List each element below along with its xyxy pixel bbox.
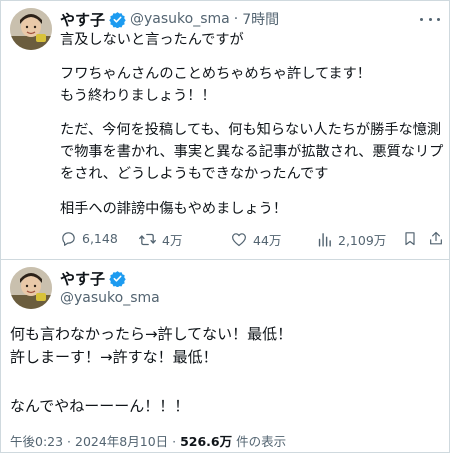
- avatar[interactable]: [10, 267, 52, 309]
- tweet1-header: やす子 @yasuko_sma · 7時間: [60, 9, 279, 29]
- separator-dot: ·: [233, 11, 239, 27]
- avatar-photo-icon: [10, 267, 52, 309]
- more-options-icon[interactable]: [420, 11, 440, 27]
- tweet-text-line: ただ、今何を投稿しても、何も知らない人たちが勝手な憶測: [60, 122, 442, 138]
- tweet-timestamp[interactable]: 7時間: [242, 9, 279, 29]
- retweet-count: 4万: [162, 233, 183, 248]
- verified-badge-icon: [109, 270, 126, 287]
- like-button[interactable]: 44万: [230, 230, 281, 249]
- tweet-text-line: 言及しないと言ったんですが: [60, 32, 244, 48]
- display-name[interactable]: やす子: [60, 9, 105, 30]
- tweet-text-line: 許しまーす！→許すな！最低！: [10, 348, 218, 366]
- tweet-text-line: 相手への誹謗中傷もやめましょう！: [60, 201, 288, 217]
- bookmark-icon: [405, 232, 415, 246]
- share-icon: [430, 231, 442, 245]
- tweet-text-line: なんでやねーーーん！！！: [10, 397, 190, 415]
- tweet-footer: 午後0:23 · 2024年8月10日 · 526.6万 件の表示: [10, 431, 286, 450]
- tweet-divider: [0, 259, 450, 260]
- heart-icon: [232, 233, 246, 247]
- verified-badge-icon: [109, 11, 126, 28]
- user-handle[interactable]: @yasuko_sma: [60, 290, 160, 306]
- tweet-text-line: フワちゃんさんのことめちゃめちゃ許してます！: [60, 66, 371, 82]
- like-count: 44万: [253, 233, 282, 248]
- views-button[interactable]: 2,109万: [316, 230, 386, 249]
- tweet-text-line: をされ、どうしようもできなかったんです: [60, 166, 329, 182]
- analytics-icon: [318, 233, 331, 247]
- tweet-text-line: 何も言わなかったら→許してない！最低！: [10, 325, 293, 343]
- reply-button[interactable]: 6,148: [60, 230, 118, 247]
- share-button[interactable]: [428, 230, 444, 247]
- display-name[interactable]: やす子: [60, 268, 105, 289]
- avatar[interactable]: [10, 8, 52, 50]
- post-datetime[interactable]: 午後0:23 · 2024年8月10日 ·: [10, 434, 180, 449]
- view-count: 2,109万: [338, 233, 387, 248]
- avatar-photo-icon: [10, 8, 52, 50]
- retweet-icon: [139, 233, 156, 246]
- view-count-total: 526.6万: [180, 434, 233, 449]
- tweet-actions-bar: 6,148 4万 44万 2,109万: [56, 230, 446, 250]
- reply-icon: [62, 232, 75, 246]
- bookmark-button[interactable]: [402, 230, 418, 247]
- views-label: 件の表示: [232, 434, 287, 449]
- tweet-text-line: もう終わりましょう！！: [60, 88, 216, 104]
- reply-count: 6,148: [82, 231, 118, 246]
- tweet-text-line: で物事を書かれ、事実と異なる記事が拡散され、悪質なリプ: [60, 144, 444, 160]
- tweet2-name-row: やす子: [60, 268, 126, 288]
- user-handle[interactable]: @yasuko_sma: [130, 11, 230, 27]
- retweet-button[interactable]: 4万: [138, 230, 182, 249]
